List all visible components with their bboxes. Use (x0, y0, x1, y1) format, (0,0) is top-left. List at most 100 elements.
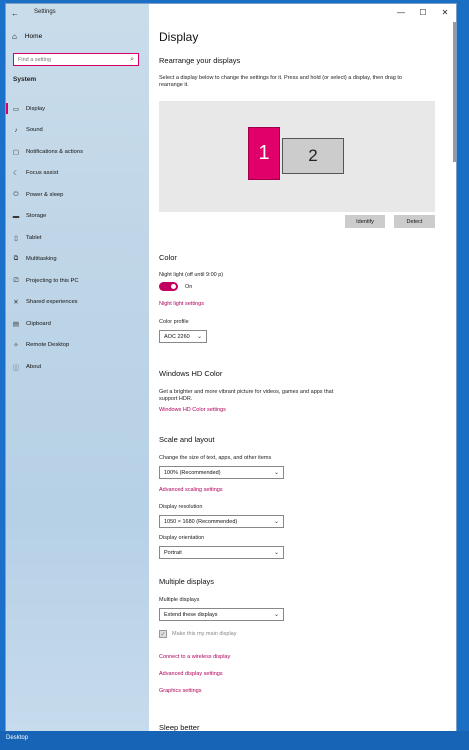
rearrange-heading: Rearrange your displays (159, 56, 241, 65)
main-display-checkbox[interactable]: ✓ (159, 630, 167, 638)
dropdown-value: Extend these displays (164, 611, 218, 618)
hd-color-desc-line2: support HDR. (159, 396, 193, 402)
hd-color-heading: Windows HD Color (159, 369, 223, 378)
scrollbar[interactable] (453, 22, 456, 162)
detect-button[interactable]: Detect (394, 215, 435, 228)
sidebar-item-label: Shared experiences (26, 299, 78, 306)
sidebar-nav: ▭ Display ♪ Sound ▢ Notifications & actions… (6, 98, 149, 378)
sidebar-item-label: Focus assist (26, 170, 59, 177)
dropdown-value: 100% (Recommended) (164, 469, 221, 476)
sidebar-item-display[interactable]: ▭ Display (6, 98, 149, 120)
search-box[interactable]: ⌕ (13, 53, 139, 66)
rearrange-desc-line2: rearrange it. (159, 82, 189, 88)
multiple-displays-label: Multiple displays (159, 597, 200, 603)
night-light-label: Night light (off until 9:00 p) (159, 272, 224, 278)
hd-color-desc-line1: Get a brighter and more vibrant picture … (159, 389, 334, 395)
taskbar (0, 731, 469, 750)
sidebar-item-label: Remote Desktop (26, 342, 70, 349)
tablet-icon: ▯ (14, 234, 18, 242)
moon-icon: ☾ (13, 170, 19, 178)
scale-dropdown[interactable]: 100% (Recommended) ⌄ (159, 466, 284, 479)
sidebar-item-about[interactable]: ⓘ About (6, 356, 149, 378)
sidebar-item-label: Multitasking (26, 256, 57, 263)
sidebar-item-clipboard[interactable]: ▤ Clipboard (6, 313, 149, 335)
monitor-2[interactable]: 2 (282, 138, 344, 174)
settings-window: ← Settings ⌂ Home ⌕ System ▭ Display ♪ Sou… (6, 4, 456, 731)
dropdown-value: 1050 × 1680 (Recommended) (164, 518, 238, 525)
color-profile-label: Color profile (159, 319, 189, 325)
sidebar: ← Settings ⌂ Home ⌕ System ▭ Display ♪ Sou… (6, 4, 149, 731)
info-icon: ⓘ (12, 364, 20, 372)
sidebar-item-shared-experiences[interactable]: ✕ Shared experiences (6, 292, 149, 314)
sidebar-item-projecting[interactable]: ⎚ Projecting to this PC (6, 270, 149, 292)
rearrange-desc-line1: Select a display below to change the set… (159, 75, 402, 81)
sidebar-item-label: Storage (26, 213, 47, 220)
sidebar-item-label: Sound (26, 127, 43, 134)
main-display-label: Make this my main display (172, 631, 237, 637)
sidebar-item-label: Projecting to this PC (26, 277, 79, 284)
scale-layout-heading: Scale and layout (159, 435, 215, 444)
sidebar-item-storage[interactable]: ▬ Storage (6, 206, 149, 228)
storage-icon: ▬ (12, 212, 20, 220)
advanced-display-settings-link[interactable]: Advanced display settings (159, 671, 223, 677)
sleep-better-heading: Sleep better (159, 723, 200, 731)
desktop-label: Desktop (6, 735, 29, 741)
night-light-settings-link[interactable]: Night light settings (159, 301, 204, 307)
section-heading-system: System (13, 76, 37, 83)
hd-color-settings-link[interactable]: Windows HD Color settings (159, 407, 226, 413)
sidebar-item-sound[interactable]: ♪ Sound (6, 120, 149, 142)
page-title: Display (159, 30, 199, 44)
multitasking-icon: ⧉ (13, 255, 19, 263)
title-bar: ← Settings (6, 4, 456, 22)
home-label: Home (24, 33, 43, 40)
maximize-button[interactable]: ☐ (412, 4, 434, 20)
graphics-settings-link[interactable]: Graphics settings (159, 688, 202, 694)
back-button[interactable]: ← (8, 6, 22, 20)
projecting-icon: ⎚ (13, 276, 19, 284)
night-light-toggle[interactable] (159, 282, 178, 291)
sidebar-item-power-sleep[interactable]: ⏻ Power & sleep (6, 184, 149, 206)
remote-desktop-icon: ✧ (13, 342, 19, 350)
sidebar-item-label: Notifications & actions (26, 148, 84, 155)
display-icon: ▭ (12, 105, 20, 113)
sidebar-item-notifications[interactable]: ▢ Notifications & actions (6, 141, 149, 163)
monitor-1[interactable]: 1 (248, 127, 280, 180)
power-icon: ⏻ (13, 190, 19, 198)
checkmark-icon: ✓ (160, 631, 166, 638)
sidebar-item-tablet[interactable]: ▯ Tablet (6, 227, 149, 249)
search-icon[interactable]: ⌕ (130, 56, 134, 64)
close-button[interactable]: ✕ (434, 4, 456, 20)
toggle-state-label: On (185, 284, 193, 290)
window-title: Settings (34, 9, 56, 15)
advanced-scaling-link[interactable]: Advanced scaling settings (159, 487, 223, 493)
chevron-down-icon: ⌄ (273, 470, 279, 476)
display-arrangement-area[interactable]: 1 2 (159, 101, 435, 212)
dropdown-value: AOC 2260 (164, 333, 190, 340)
color-profile-dropdown[interactable]: AOC 2260 ⌄ (159, 330, 207, 343)
home-icon: ⌂ (12, 32, 17, 41)
minimize-button[interactable]: — (390, 4, 412, 20)
identify-button[interactable]: Identify (345, 215, 385, 228)
sidebar-item-multitasking[interactable]: ⧉ Multitasking (6, 249, 149, 271)
resolution-dropdown[interactable]: 1050 × 1680 (Recommended) ⌄ (159, 515, 284, 528)
clipboard-icon: ▤ (12, 320, 20, 328)
multiple-displays-dropdown[interactable]: Extend these displays ⌄ (159, 608, 284, 621)
home-nav[interactable]: ⌂ Home (12, 32, 42, 41)
sound-icon: ♪ (14, 126, 18, 134)
sidebar-item-label: Clipboard (26, 320, 51, 327)
sidebar-item-focus-assist[interactable]: ☾ Focus assist (6, 163, 149, 185)
sidebar-item-label: Power & sleep (26, 191, 64, 198)
dropdown-value: Portrait (164, 549, 182, 556)
sidebar-item-label: Tablet (26, 234, 42, 241)
window-controls: — ☐ ✕ (390, 4, 456, 20)
sidebar-item-label: About (26, 363, 42, 370)
size-label: Change the size of text, apps, and other… (159, 455, 272, 461)
notifications-icon: ▢ (12, 148, 20, 156)
back-arrow-icon: ← (11, 8, 19, 18)
sidebar-item-remote-desktop[interactable]: ✧ Remote Desktop (6, 335, 149, 357)
resolution-label: Display resolution (159, 504, 203, 510)
search-input[interactable] (18, 56, 131, 63)
wireless-display-link[interactable]: Connect to a wireless display (159, 654, 230, 660)
orientation-dropdown[interactable]: Portrait ⌄ (159, 546, 284, 559)
shared-experiences-icon: ✕ (13, 299, 19, 307)
